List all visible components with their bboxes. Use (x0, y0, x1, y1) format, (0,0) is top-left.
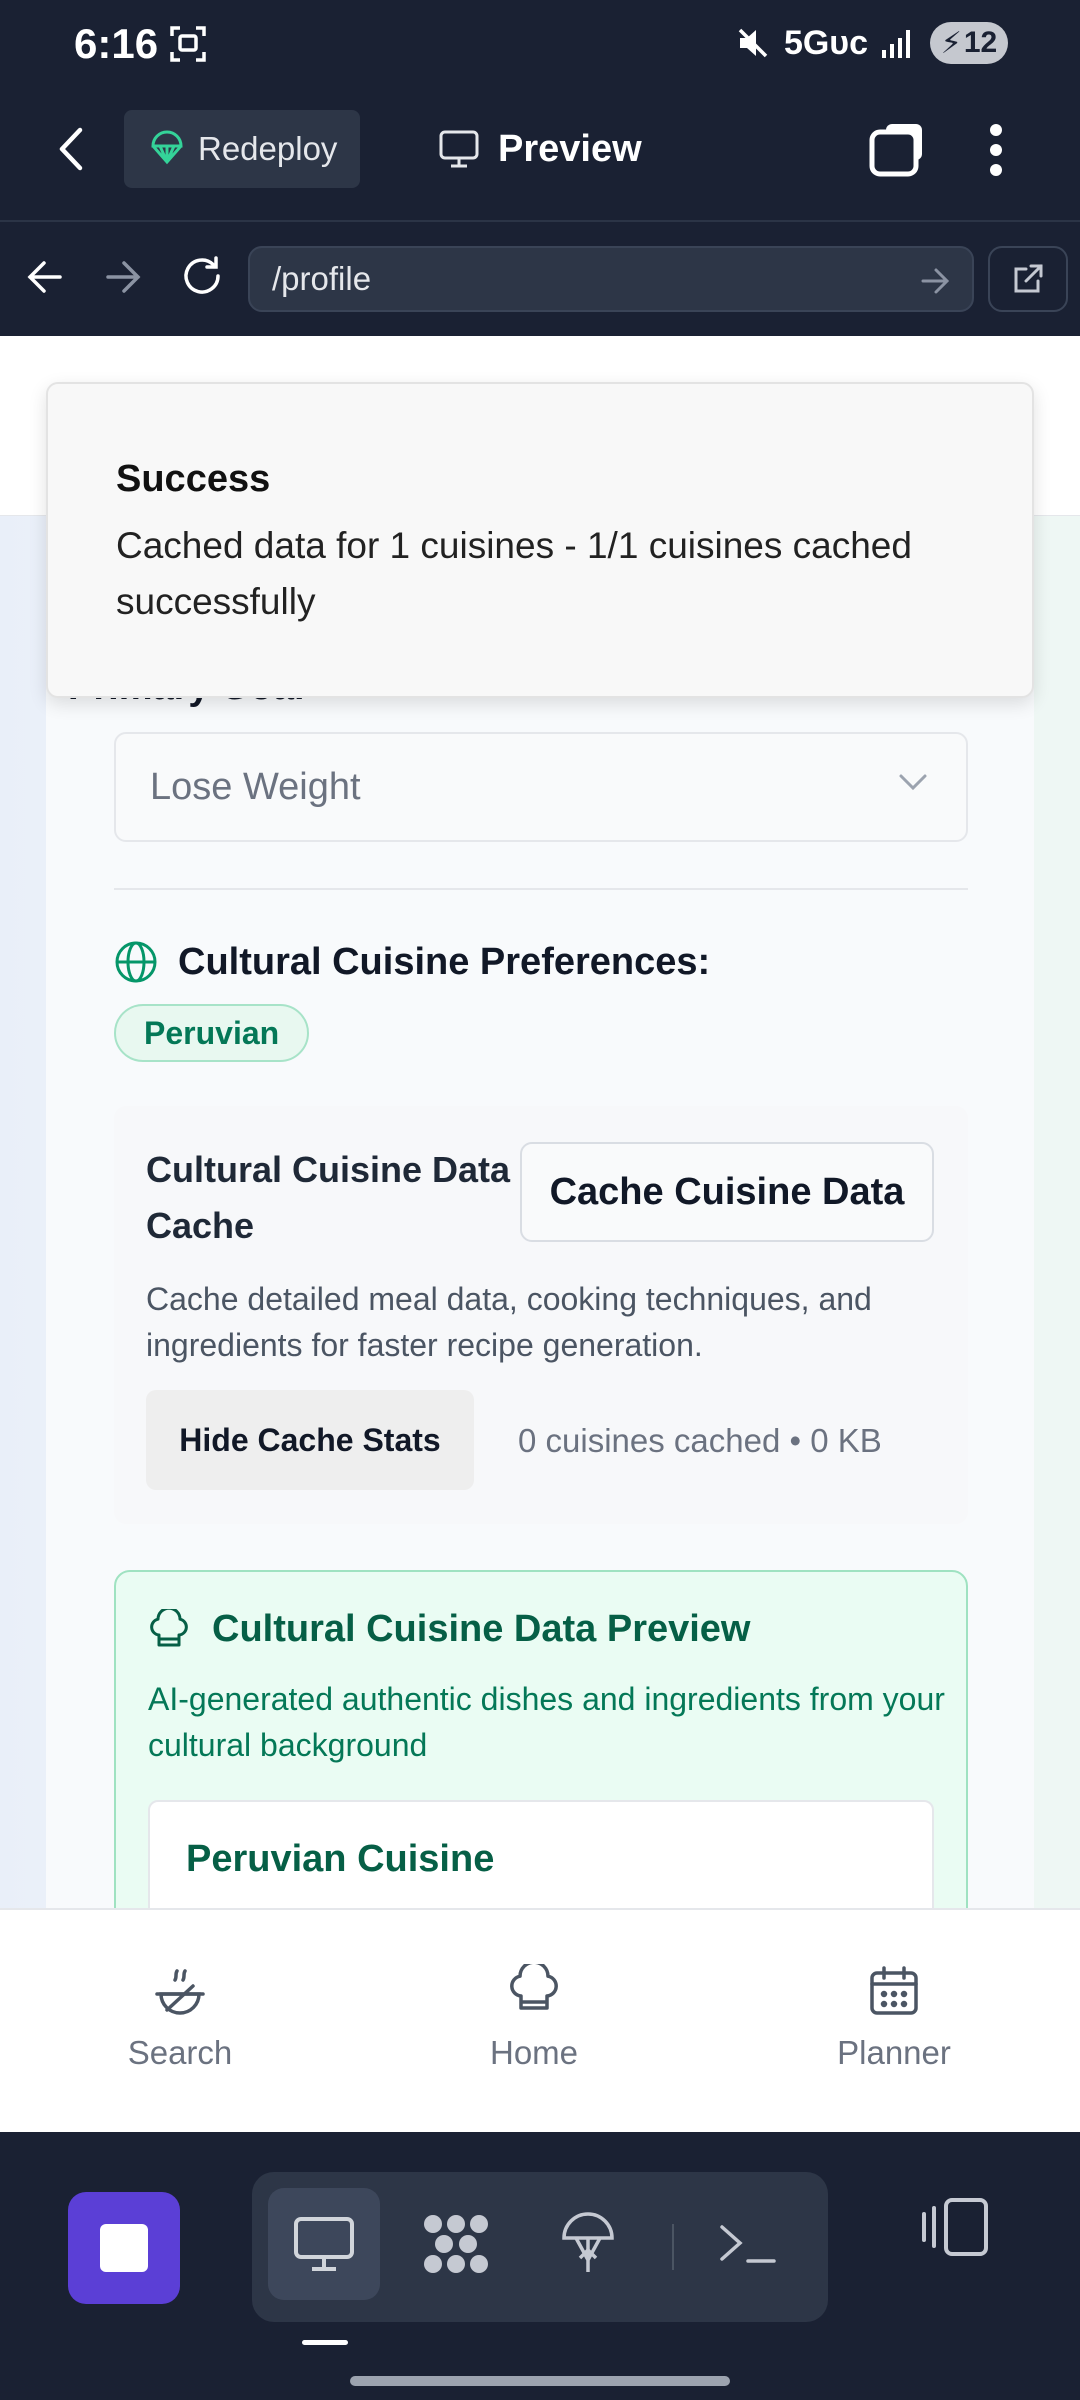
mute-icon (736, 26, 770, 60)
section-divider (114, 888, 968, 890)
chef-hat-icon (148, 1608, 190, 1651)
chevron-down-icon (898, 772, 928, 792)
terminal-button[interactable] (692, 2188, 804, 2300)
browser-forward-icon[interactable] (104, 258, 142, 296)
browser-bar: /profile (0, 222, 1080, 336)
charging-icon: ⚡ (940, 26, 962, 60)
app-header: Redeploy Preview (0, 92, 1080, 222)
bottom-nav: Search Home Planner (0, 1908, 1080, 2132)
stop-button[interactable] (68, 2192, 180, 2304)
windows-icon[interactable] (868, 120, 926, 178)
preview-heading: Cultural Cuisine Data Preview (148, 1608, 751, 1651)
open-external-icon[interactable] (988, 246, 1068, 312)
signal-icon (882, 28, 916, 58)
status-bar: 6:16 5Gᴜᴄ ⚡ 12 (0, 0, 1080, 92)
globe-icon (114, 940, 158, 984)
status-time: 6:16 (74, 20, 159, 67)
network-nodes-icon (424, 2215, 488, 2273)
network-label: 5Gᴜᴄ (783, 23, 868, 62)
integrations-button[interactable] (400, 2188, 512, 2300)
battery-level: 12 (963, 26, 998, 59)
active-tab-indicator (302, 2340, 348, 2345)
deploy-parachute-icon (150, 130, 184, 168)
cuisine-preferences-label: Cultural Cuisine Preferences: (178, 940, 711, 983)
terminal-icon (720, 2225, 776, 2263)
cache-stats: 0 cuisines cached • 0 KB (518, 1422, 882, 1459)
cuisine-data-preview-panel: Cultural Cuisine Data Preview AI-generat… (114, 1570, 968, 1908)
toast-message: Cached data for 1 cuisines - 1/1 cuisine… (116, 525, 912, 622)
dock-toolbar (252, 2172, 828, 2322)
battery-indicator: ⚡ 12 (930, 22, 1008, 64)
url-text: /profile (272, 260, 372, 297)
dock-separator (672, 2224, 674, 2270)
redeploy-label: Redeploy (198, 130, 338, 167)
toast-title: Success (116, 458, 271, 500)
cache-title: Cultural Cuisine Data Cache (146, 1149, 511, 1246)
workspace-dock (0, 2132, 1080, 2400)
chef-hat-icon (507, 1964, 561, 2018)
preview-tab[interactable]: Preview (438, 110, 642, 188)
cuisine-cache-panel: Cultural Cuisine Data Cache Cache Cuisin… (114, 1106, 968, 1524)
primary-goal-value: Lose Weight (150, 765, 361, 808)
cuisine-card-title: Peruvian Cuisine (186, 1838, 495, 1880)
monitor-icon (438, 129, 480, 169)
preview-monitor-button[interactable] (268, 2188, 380, 2300)
preview-label: Preview (498, 127, 642, 170)
cuisine-chip-peruvian[interactable]: Peruvian (114, 1004, 310, 1062)
cache-cuisine-data-button[interactable]: Cache Cuisine Data (520, 1142, 934, 1242)
cache-description: Cache detailed meal data, cooking techni… (146, 1281, 872, 1363)
stop-icon (100, 2224, 148, 2272)
url-input[interactable]: /profile (248, 246, 974, 312)
monitor-icon (294, 2217, 354, 2271)
home-indicator[interactable] (350, 2376, 730, 2386)
go-arrow-icon[interactable] (920, 266, 950, 296)
nav-home-label: Home (489, 2034, 579, 2071)
search-dish-icon (153, 1964, 207, 2018)
hide-cache-stats-button[interactable]: Hide Cache Stats (146, 1390, 474, 1490)
primary-goal-select[interactable]: Lose Weight (114, 732, 968, 842)
nav-planner[interactable]: Planner (774, 1964, 1014, 2072)
cuisine-preferences-heading: Cultural Cuisine Preferences: (114, 940, 710, 984)
panel-toggle-icon[interactable] (920, 2196, 990, 2258)
reload-icon[interactable] (180, 254, 224, 298)
redeploy-button[interactable]: Redeploy (124, 110, 360, 188)
preview-description: AI-generated authentic dishes and ingred… (148, 1681, 945, 1763)
nav-search-label: Search (127, 2034, 233, 2071)
browser-back-icon[interactable] (26, 258, 64, 296)
cuisine-card[interactable]: Peruvian Cuisine (148, 1800, 934, 1908)
nav-planner-label: Planner (837, 2034, 951, 2071)
preview-heading-label: Cultural Cuisine Data Preview (212, 1608, 751, 1650)
more-options-icon[interactable] (984, 122, 1008, 178)
nav-home[interactable]: Home (414, 1964, 654, 2072)
screenshot-icon (168, 24, 208, 64)
deploy-button[interactable] (532, 2188, 644, 2300)
calendar-icon (867, 1964, 921, 2018)
back-button[interactable] (56, 126, 86, 172)
parachute-icon (562, 2212, 614, 2272)
nav-search[interactable]: Search (60, 1964, 300, 2072)
success-toast[interactable]: Success Cached data for 1 cuisines - 1/1… (46, 382, 1034, 698)
